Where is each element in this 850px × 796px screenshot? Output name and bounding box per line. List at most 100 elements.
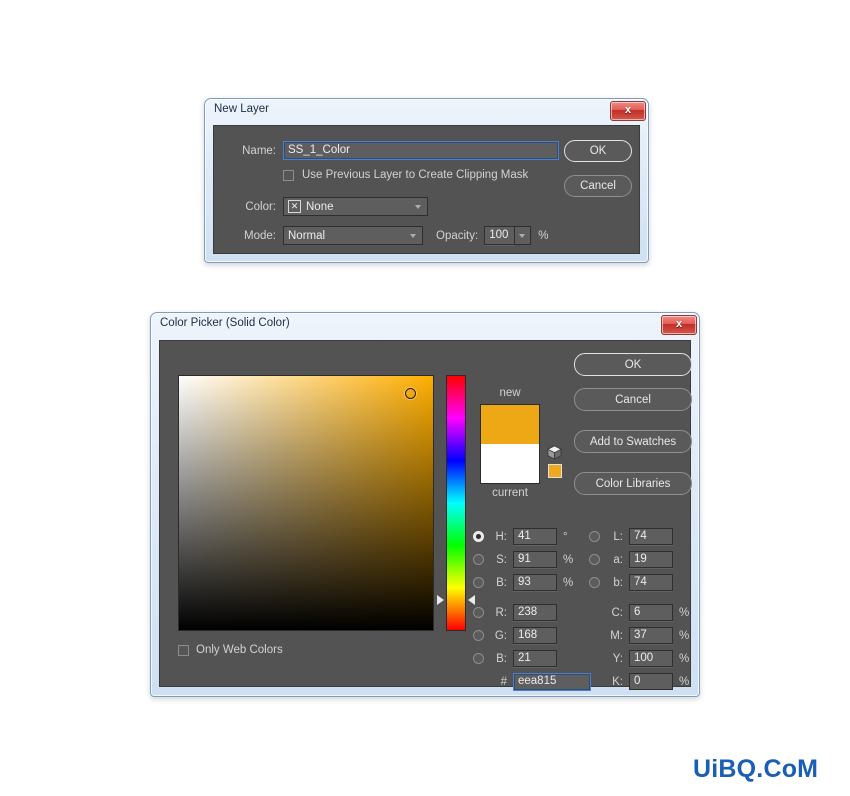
close-icon[interactable]: x [661,315,697,335]
color-picker-title: Color Picker (Solid Color) [160,317,290,329]
label-y: Y: [612,652,623,665]
value-b-lab: 74 [634,575,647,588]
new-layer-titlebar[interactable]: New Layer x [205,99,648,121]
blend-mode-select[interactable]: Normal [283,226,423,245]
unit-h: ° [563,530,568,543]
field-row-hex[interactable]: # eea815 [473,672,591,691]
web-safe-color-swatch[interactable] [548,464,562,478]
chevron-down-icon [519,233,526,238]
radio-l[interactable] [589,531,600,542]
add-to-swatches-button[interactable]: Add to Swatches [574,430,692,453]
clipping-mask-checkbox[interactable] [283,169,294,181]
color-picker-dialog[interactable]: Color Picker (Solid Color) x new current [150,312,700,697]
name-row: Name: SS_1_Color [228,141,559,160]
picker-ok-button[interactable]: OK [574,353,692,376]
color-swatch-frame [480,404,540,484]
label-m: M: [610,629,623,642]
label-a: a: [613,553,623,566]
close-icon[interactable]: x [610,101,646,121]
color-libraries-button[interactable]: Color Libraries [574,472,692,495]
only-web-colors-row[interactable]: Only Web Colors [178,644,283,656]
field-row-h[interactable]: H: 41 ° [473,528,568,545]
label-s: S: [496,553,507,566]
input-k[interactable]: 0 [629,673,673,690]
layer-name-input[interactable]: SS_1_Color [283,141,559,160]
name-label: Name: [242,144,276,157]
opacity-stepper[interactable] [515,226,532,245]
label-b-lab: b: [613,576,623,589]
layer-color-select[interactable]: ✕ None [283,197,428,216]
field-row-y[interactable]: Y: 100 % [589,650,689,667]
new-layer-ok-button[interactable]: OK [564,140,632,162]
unit-m: % [679,629,690,642]
hue-slider-marker-left[interactable] [437,595,444,606]
hash-label: # [500,675,507,688]
value-g: 168 [518,628,538,641]
input-y[interactable]: 100 [629,650,673,667]
input-b-brightness[interactable]: 93 [513,574,557,591]
input-b-blue[interactable]: 21 [513,650,557,667]
clipping-mask-label: Use Previous Layer to Create Clipping Ma… [302,169,529,181]
input-a[interactable]: 19 [629,551,673,568]
field-row-m[interactable]: M: 37 % [589,627,689,644]
radio-s[interactable] [473,554,484,565]
radio-h[interactable] [473,531,484,542]
opacity-value: 100 [489,228,509,241]
none-swatch-icon: ✕ [288,200,301,213]
label-h: H: [495,530,508,543]
field-row-r[interactable]: R: 238 [473,604,557,621]
radio-r[interactable] [473,607,484,618]
color-label: Color: [245,200,276,213]
radio-b-lab[interactable] [589,577,600,588]
input-b-lab[interactable]: 74 [629,574,673,591]
input-l[interactable]: 74 [629,528,673,545]
field-row-g[interactable]: G: 168 [473,627,557,644]
unit-b-brightness: % [563,576,574,589]
opacity-unit: % [538,229,549,242]
web-safe-warning-icon[interactable] [547,445,562,460]
new-layer-cancel-button[interactable]: Cancel [564,175,632,197]
field-row-b-brightness[interactable]: B: 93 % [473,574,573,591]
input-h[interactable]: 41 [513,528,557,545]
field-row-b-lab[interactable]: b: 74 [589,574,673,591]
only-web-colors-checkbox[interactable] [178,644,189,656]
new-layer-dialog[interactable]: New Layer x Name: SS_1_Color Use Previou… [204,98,649,263]
value-l: 74 [634,529,647,542]
unit-y: % [679,652,690,665]
mode-label: Mode: [244,229,276,242]
value-m: 37 [634,628,647,641]
value-k: 0 [634,674,641,687]
field-row-k[interactable]: K: 0 % [589,673,689,690]
radio-b-brightness[interactable] [473,577,484,588]
layer-name-value: SS_1_Color [288,143,351,156]
opacity-label: Opacity: [436,229,479,242]
opacity-input[interactable]: 100 [484,226,516,245]
color-picker-body: new current OK Cancel Add to Swatches Co… [159,340,692,691]
hex-input[interactable]: eea815 [513,672,591,691]
radio-b-blue[interactable] [473,653,484,664]
input-m[interactable]: 37 [629,627,673,644]
mode-row: Mode: Normal Opacity: 100 % [228,226,548,245]
field-row-s[interactable]: S: 91 % [473,551,573,568]
field-row-a[interactable]: a: 19 [589,551,673,568]
value-b-brightness: 93 [518,575,531,588]
picker-cancel-button[interactable]: Cancel [574,388,692,411]
label-b-brightness: B: [496,576,507,589]
clipping-mask-row[interactable]: Use Previous Layer to Create Clipping Ma… [283,169,528,181]
field-row-c[interactable]: C: 6 % [589,604,689,621]
value-y: 100 [634,651,654,664]
input-g[interactable]: 168 [513,627,557,644]
hex-value: eea815 [518,674,557,687]
radio-g[interactable] [473,630,484,641]
field-row-l[interactable]: L: 74 [589,528,673,545]
radio-a[interactable] [589,554,600,565]
input-c[interactable]: 6 [629,604,673,621]
input-r[interactable]: 238 [513,604,557,621]
hue-slider[interactable] [446,375,466,631]
saturation-brightness-field[interactable] [178,375,434,631]
label-k: K: [612,675,623,688]
input-s[interactable]: 91 [513,551,557,568]
color-picker-titlebar[interactable]: Color Picker (Solid Color) x [151,313,699,335]
field-row-b-blue[interactable]: B: 21 [473,650,557,667]
value-r: 238 [518,605,538,618]
